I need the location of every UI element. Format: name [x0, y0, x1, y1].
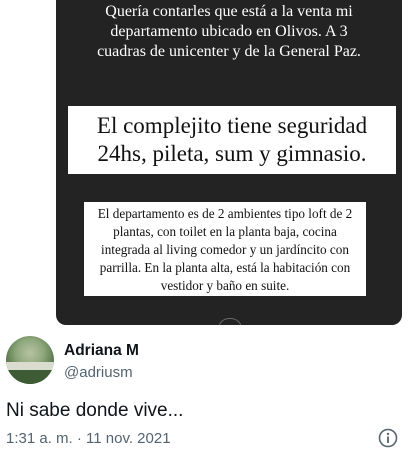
author-handle[interactable]: @adriusm: [64, 364, 133, 381]
avatar-grass: [6, 370, 54, 384]
tweet-text: Ni sabe donde vive...: [6, 400, 184, 421]
avatar-band: [6, 362, 54, 370]
author-name[interactable]: Adriana M: [64, 342, 139, 360]
story-highlight-line-1: El complejito tiene seguridad: [96, 113, 368, 138]
tweet-author[interactable]: Adriana M @adriusm: [6, 336, 406, 386]
story-highlight-box: El complejito tiene seguridad 24hs, pile…: [68, 106, 396, 174]
story-screenshot: Quería contarles que está a la venta mi …: [56, 0, 402, 325]
story-top-text: Quería contarles que está a la venta mi …: [97, 3, 361, 60]
story-description: El departamento es de 2 ambientes tipo l…: [84, 202, 366, 296]
avatar[interactable]: [6, 336, 54, 384]
story-highlight-line-2: 24hs, pileta, sum y gimnasio.: [97, 141, 367, 166]
story-scroll-indicator: [218, 318, 242, 325]
info-icon[interactable]: [378, 428, 398, 448]
tweet-timestamp[interactable]: 1:31 a. m. · 11 nov. 2021: [6, 430, 171, 447]
